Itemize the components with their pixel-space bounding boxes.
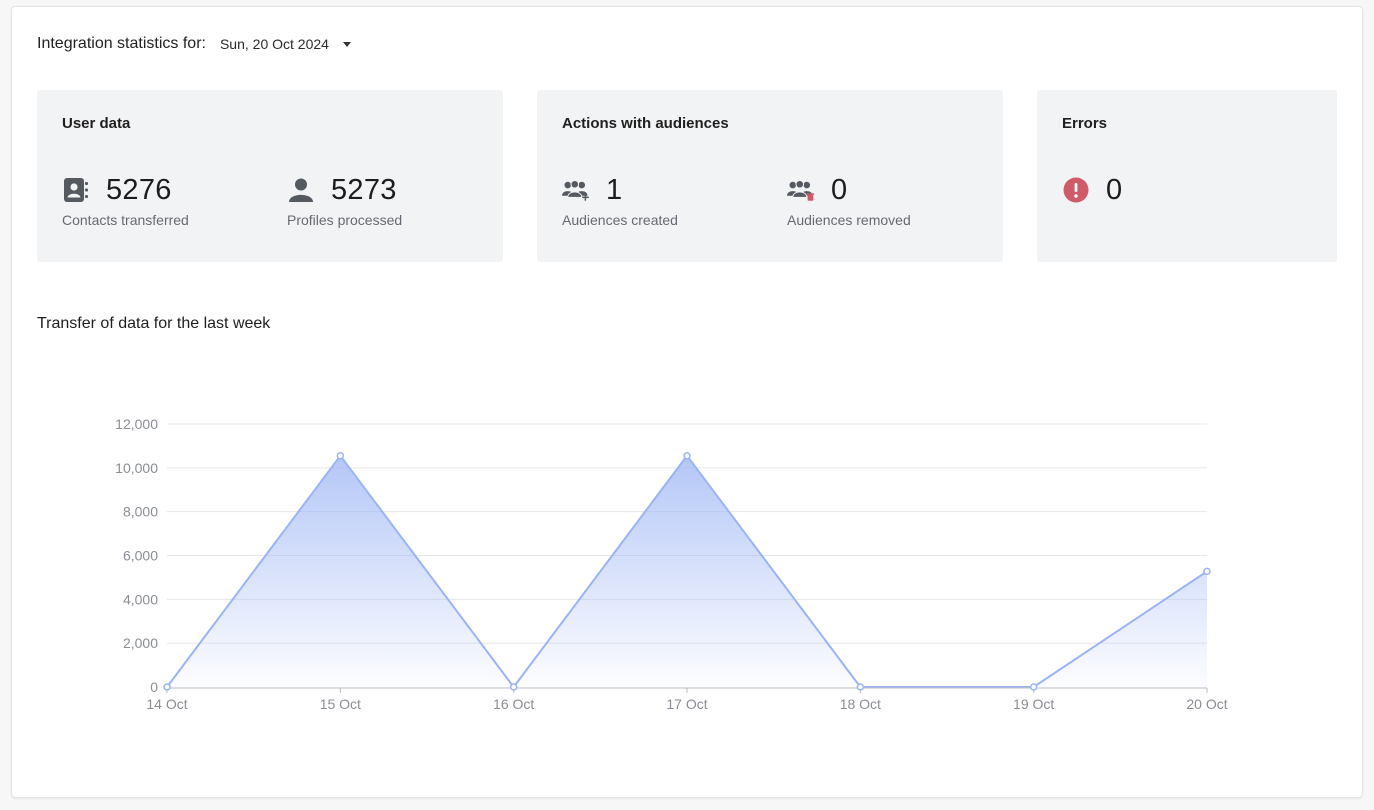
user-data-card: User data 5276 Contacts transferred 5273…: [37, 90, 503, 262]
statistics-header: Integration statistics for: Sun, 20 Oct …: [37, 33, 351, 55]
users-plus-icon: [562, 177, 590, 203]
profiles-processed-metric: 5273 Profiles processed: [287, 172, 403, 229]
users-trash-icon: [787, 177, 815, 203]
exclamation-circle-icon: [1062, 177, 1090, 203]
user-icon: [287, 177, 315, 203]
audiences-removed-value: 0: [831, 173, 848, 206]
user-data-title: User data: [62, 115, 131, 132]
statistics-header-label: Integration statistics for:: [37, 35, 206, 52]
errors-title: Errors: [1062, 115, 1108, 132]
profiles-processed-label: Profiles processed: [287, 212, 403, 228]
audiences-title: Actions with audiences: [562, 115, 729, 132]
date-dropdown[interactable]: Sun, 20 Oct 2024: [220, 36, 351, 52]
audiences-removed-label: Audiences removed: [787, 212, 911, 228]
audiences-created-label: Audiences created: [562, 212, 678, 228]
audiences-removed-metric: 0 Audiences removed: [787, 172, 911, 228]
date-dropdown-value: Sun, 20 Oct 2024: [219, 36, 329, 52]
audiences-created-metric: 1 Audiences created: [562, 172, 678, 228]
errors-value: 0: [1106, 173, 1123, 206]
profiles-processed-value: 5273: [331, 173, 397, 206]
chart-title: Transfer of data for the last week: [37, 315, 271, 332]
audiences-card: Actions with audiences 1 Audiences creat…: [537, 90, 1003, 262]
chevron-down-icon[interactable]: [342, 42, 351, 47]
contacts-transferred-metric: 5276 Contacts transferred: [62, 172, 189, 229]
audiences-created-value: 1: [606, 173, 623, 206]
contacts-transferred-value: 5276: [106, 173, 172, 206]
errors-metric: 0: [1062, 172, 1122, 208]
contacts-transferred-label: Contacts transferred: [62, 212, 189, 228]
errors-card: Errors 0: [1037, 90, 1337, 262]
address-book-icon: [62, 177, 90, 203]
